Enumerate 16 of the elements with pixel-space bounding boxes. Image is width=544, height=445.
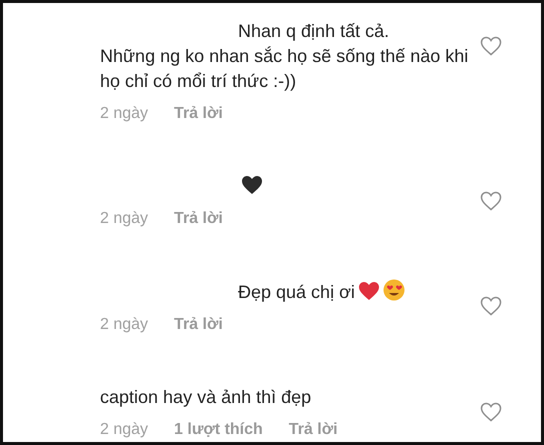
like-count[interactable]: 1 lượt thích bbox=[174, 418, 263, 442]
timestamp: 2 ngày bbox=[100, 315, 148, 335]
timestamp: 2 ngày bbox=[100, 420, 148, 440]
reply-link[interactable]: Trả lời bbox=[174, 207, 223, 231]
like-button[interactable] bbox=[480, 190, 502, 212]
like-button[interactable] bbox=[480, 401, 502, 423]
like-button[interactable] bbox=[480, 295, 502, 317]
timestamp: 2 ngày bbox=[100, 209, 148, 229]
reply-link[interactable]: Trả lời bbox=[288, 418, 338, 442]
timestamp: 2 ngày bbox=[100, 104, 148, 124]
like-button[interactable] bbox=[480, 35, 502, 57]
comment-text: caption hay và ảnh thì đẹp bbox=[100, 387, 312, 407]
reply-link[interactable]: Trả lời bbox=[174, 102, 223, 126]
reply-link[interactable]: Trả lời bbox=[174, 313, 223, 337]
comment-text: Nhan q định tất cả. Những ng ko nhan sắc họ sẽ sống thế nào khi họ chỉ có mổi trí thức :-)) bbox=[100, 21, 470, 91]
comment-text: Đẹp quá chị ơi bbox=[238, 282, 355, 302]
